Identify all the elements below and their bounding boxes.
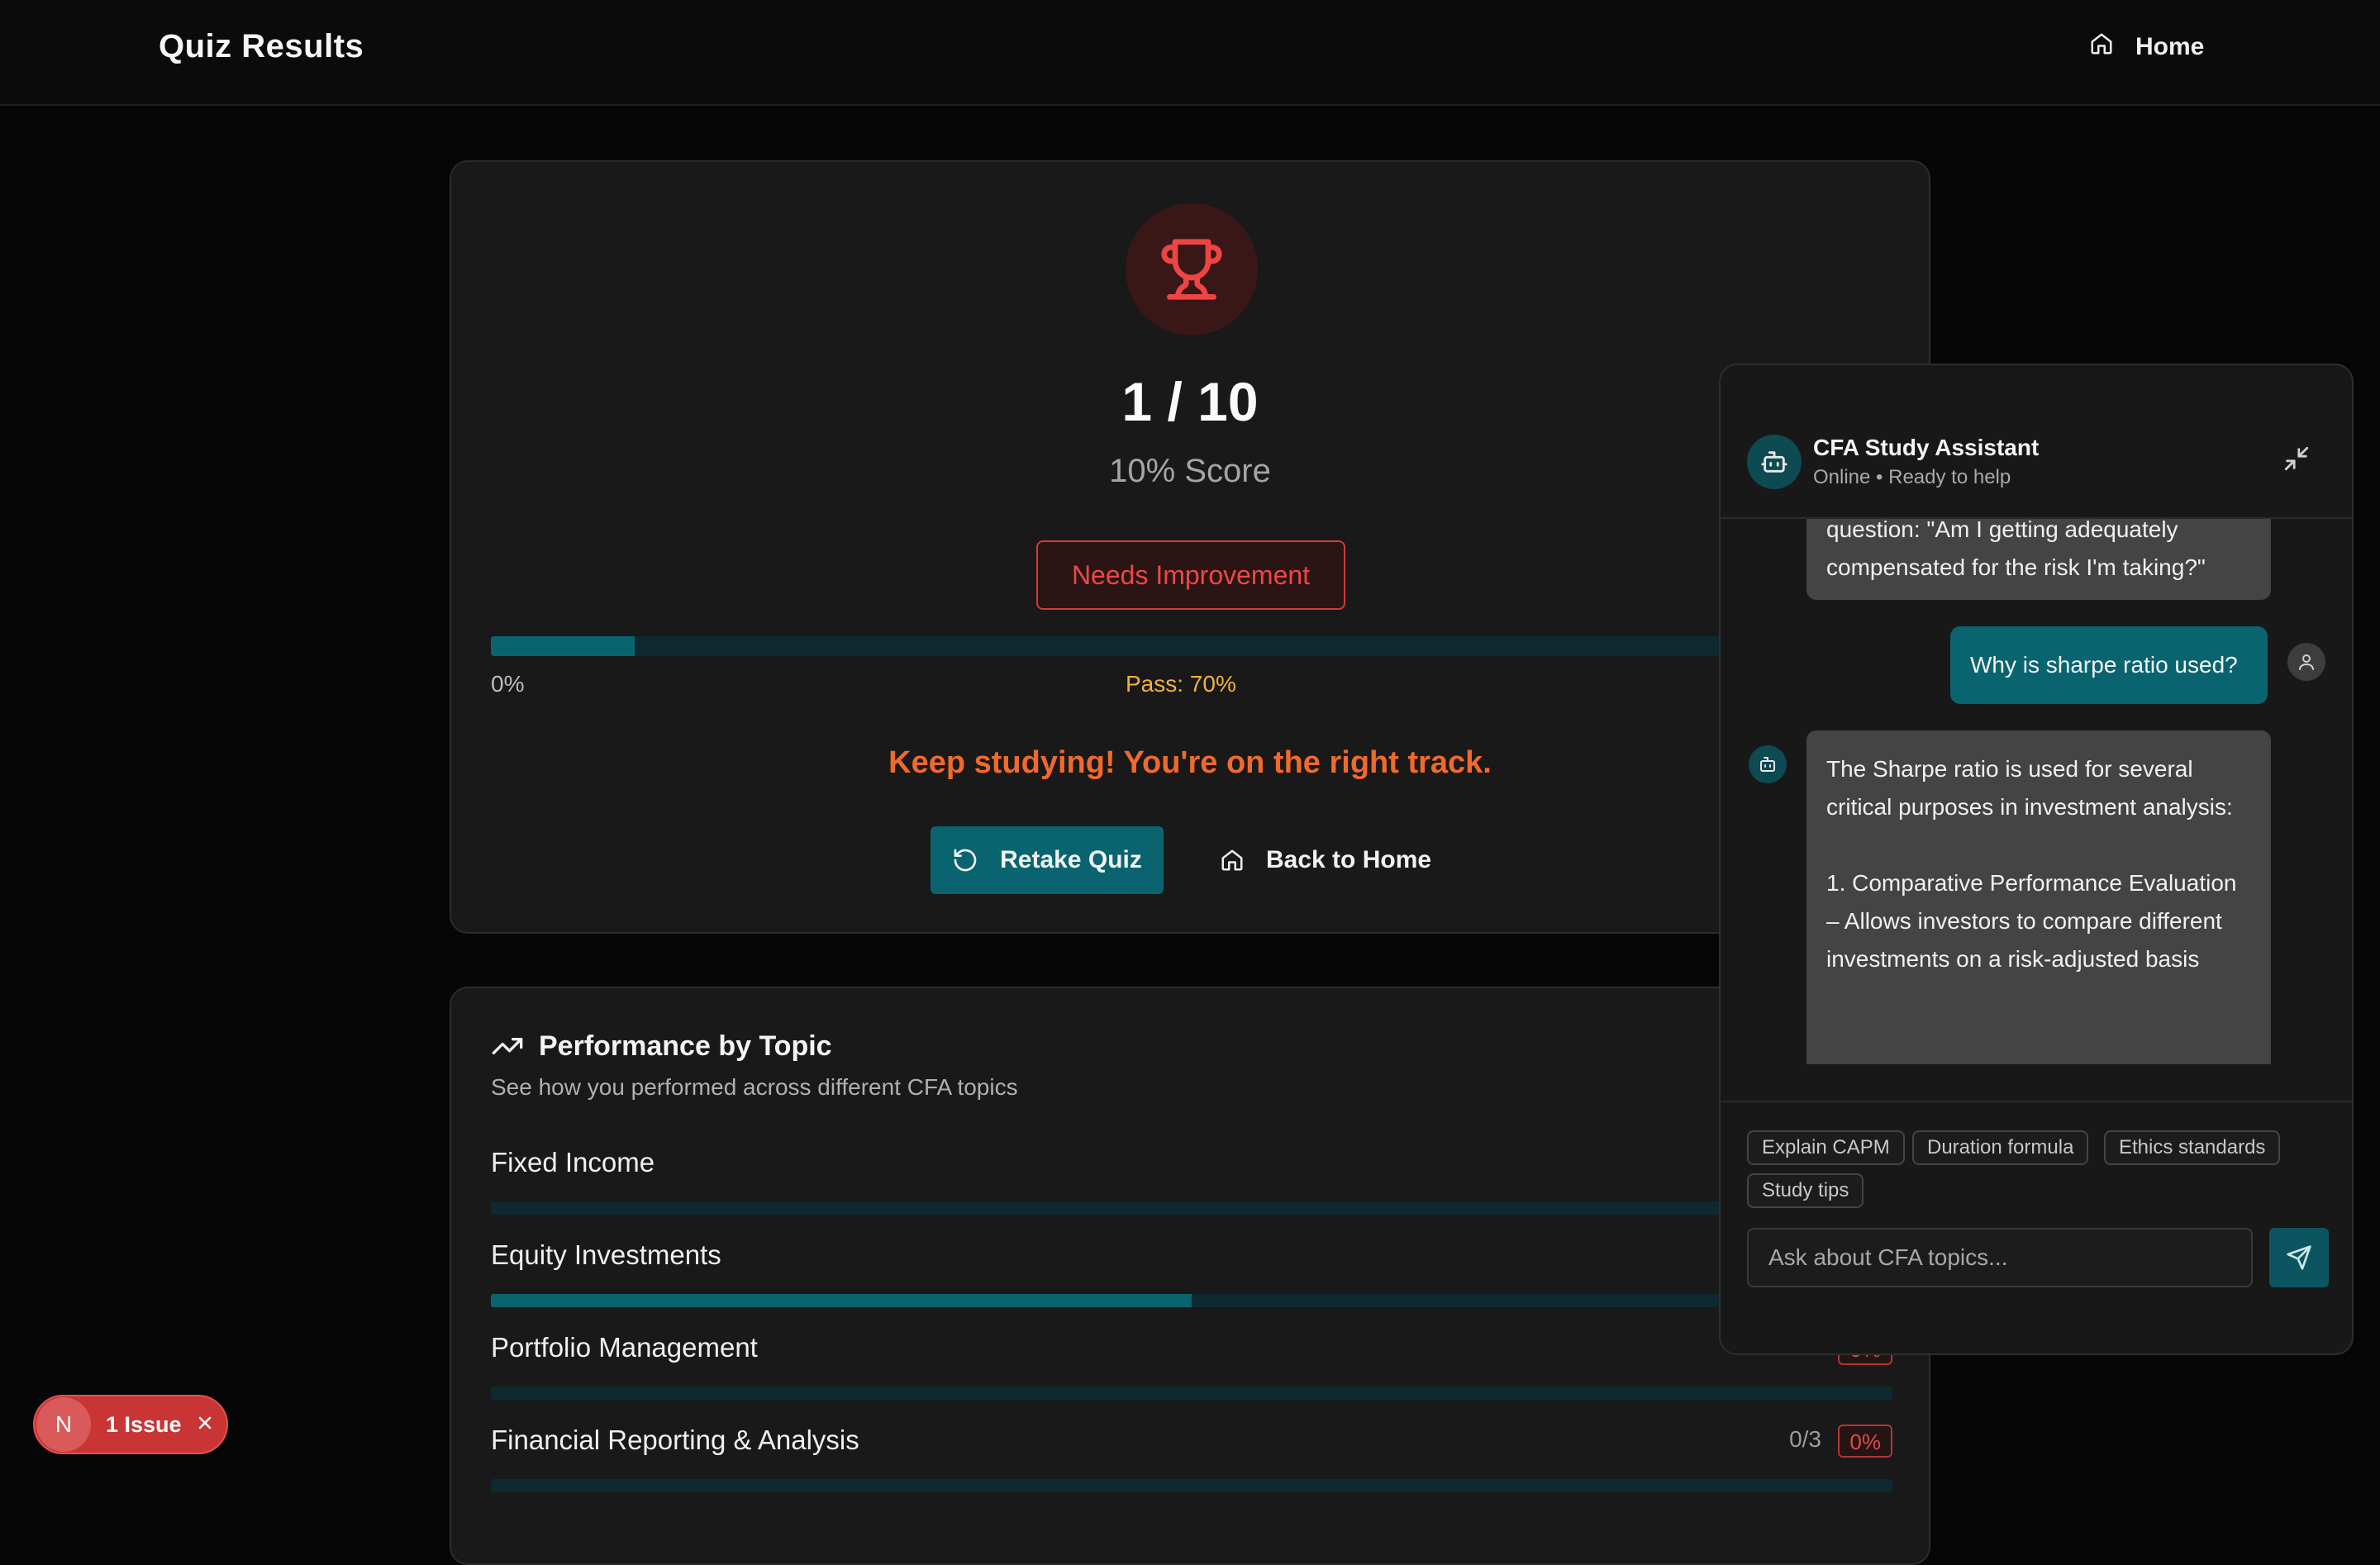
back-to-home-label: Back to Home: [1266, 846, 1432, 873]
topic-performance-header: Performance by Topic: [491, 1030, 832, 1063]
back-to-home-button[interactable]: Back to Home: [1211, 826, 1451, 894]
status-badge: Needs Improvement: [1036, 540, 1345, 610]
issue-avatar: N: [36, 1397, 91, 1452]
topic-row: Financial Reporting & Analysis 0/3 0%: [491, 1425, 1892, 1515]
topic-progress-bar: [491, 1201, 1892, 1215]
bot-avatar: [1747, 435, 1802, 489]
topic-row: Portfolio Management 0/1 0%: [491, 1332, 1892, 1423]
bot-icon: [1761, 451, 1787, 473]
bot-message: The Sharpe ratio is used for several cri…: [1806, 730, 2271, 1064]
score-progress-fill: [491, 636, 635, 656]
close-icon[interactable]: [195, 1413, 215, 1437]
send-icon: [2287, 1245, 2311, 1270]
chat-header: CFA Study Assistant Online • Ready to he…: [1721, 365, 2352, 519]
topic-count: 0/3: [1789, 1426, 1821, 1452]
topic-progress-fill: [491, 1294, 1192, 1307]
user-avatar: [2287, 643, 2325, 681]
suggestion-chip[interactable]: Duration formula: [1912, 1130, 2089, 1165]
chat-input[interactable]: [1747, 1228, 2253, 1287]
trending-up-icon: [492, 1038, 523, 1054]
issue-indicator[interactable]: N 1 Issue: [33, 1395, 228, 1454]
home-link[interactable]: Home: [2089, 31, 2204, 63]
topic-progress-bar: [491, 1387, 1892, 1400]
score-value: 1 / 10: [1121, 371, 1259, 432]
chat-messages[interactable]: question: "Am I getting adequately compe…: [1721, 519, 2352, 1064]
chat-panel: CFA Study Assistant Online • Ready to he…: [1719, 364, 2354, 1355]
result-card: 1 / 10 10% Score Needs Improvement 0% Pa…: [450, 160, 1932, 934]
chat-status: Online • Ready to help: [1813, 466, 2011, 488]
bot-icon: [1760, 757, 1775, 772]
page-title: Quiz Results: [159, 28, 364, 64]
topic-name: Financial Reporting & Analysis: [491, 1425, 859, 1455]
send-button[interactable]: [2269, 1228, 2329, 1287]
home-icon: [1221, 849, 1243, 871]
home-icon: [2089, 31, 2114, 63]
topic-performance-card: Performance by Topic See how you perform…: [450, 987, 1930, 1565]
minimize-button[interactable]: [2282, 445, 2311, 477]
topic-row: Equity Investments: [491, 1239, 1892, 1330]
topic-name: Portfolio Management: [491, 1332, 758, 1363]
retake-quiz-button[interactable]: Retake Quiz: [931, 826, 1164, 894]
topic-performance-title: Performance by Topic: [539, 1030, 832, 1062]
topic-progress-bar: [491, 1479, 1892, 1492]
minimize-icon: [2284, 446, 2309, 471]
issue-label: 1 Issue: [106, 1411, 182, 1437]
bot-avatar-small: [1749, 745, 1787, 783]
retake-quiz-label: Retake Quiz: [1000, 846, 1142, 873]
score-progress-bar: [491, 636, 1932, 656]
pass-threshold-label: Pass: 70%: [1126, 671, 1236, 697]
home-link-label: Home: [2135, 33, 2205, 60]
topic-name: Equity Investments: [491, 1239, 721, 1270]
score-percent: 10% Score: [1109, 453, 1271, 489]
bot-message: question: "Am I getting adequately compe…: [1806, 519, 2271, 600]
topic-progress-bar: [491, 1294, 1892, 1307]
encouragement-message: Keep studying! You're on the right track…: [888, 745, 1492, 780]
user-message: Why is sharpe ratio used?: [1950, 626, 2268, 704]
topic-performance-subtitle: See how you performed across different C…: [491, 1074, 1018, 1100]
topic-row: Fixed Income: [491, 1147, 1892, 1238]
suggestion-chip[interactable]: Ethics standards: [2104, 1130, 2281, 1165]
user-icon: [2299, 654, 2314, 670]
top-bar: Quiz Results Home: [0, 0, 2380, 106]
trophy-badge: [1126, 203, 1258, 335]
progress-min-label: 0%: [491, 671, 525, 697]
topic-name: Fixed Income: [491, 1147, 655, 1177]
chat-footer: Explain CAPM Duration formula Ethics sta…: [1721, 1101, 2352, 1353]
topic-percent-badge: 0%: [1838, 1425, 1892, 1458]
chat-title: CFA Study Assistant: [1813, 435, 2040, 460]
suggestion-chip[interactable]: Explain CAPM: [1747, 1130, 1905, 1165]
trophy-icon: [1161, 239, 1222, 300]
refresh-icon: [954, 849, 977, 872]
suggestion-chip[interactable]: Study tips: [1747, 1173, 1864, 1208]
